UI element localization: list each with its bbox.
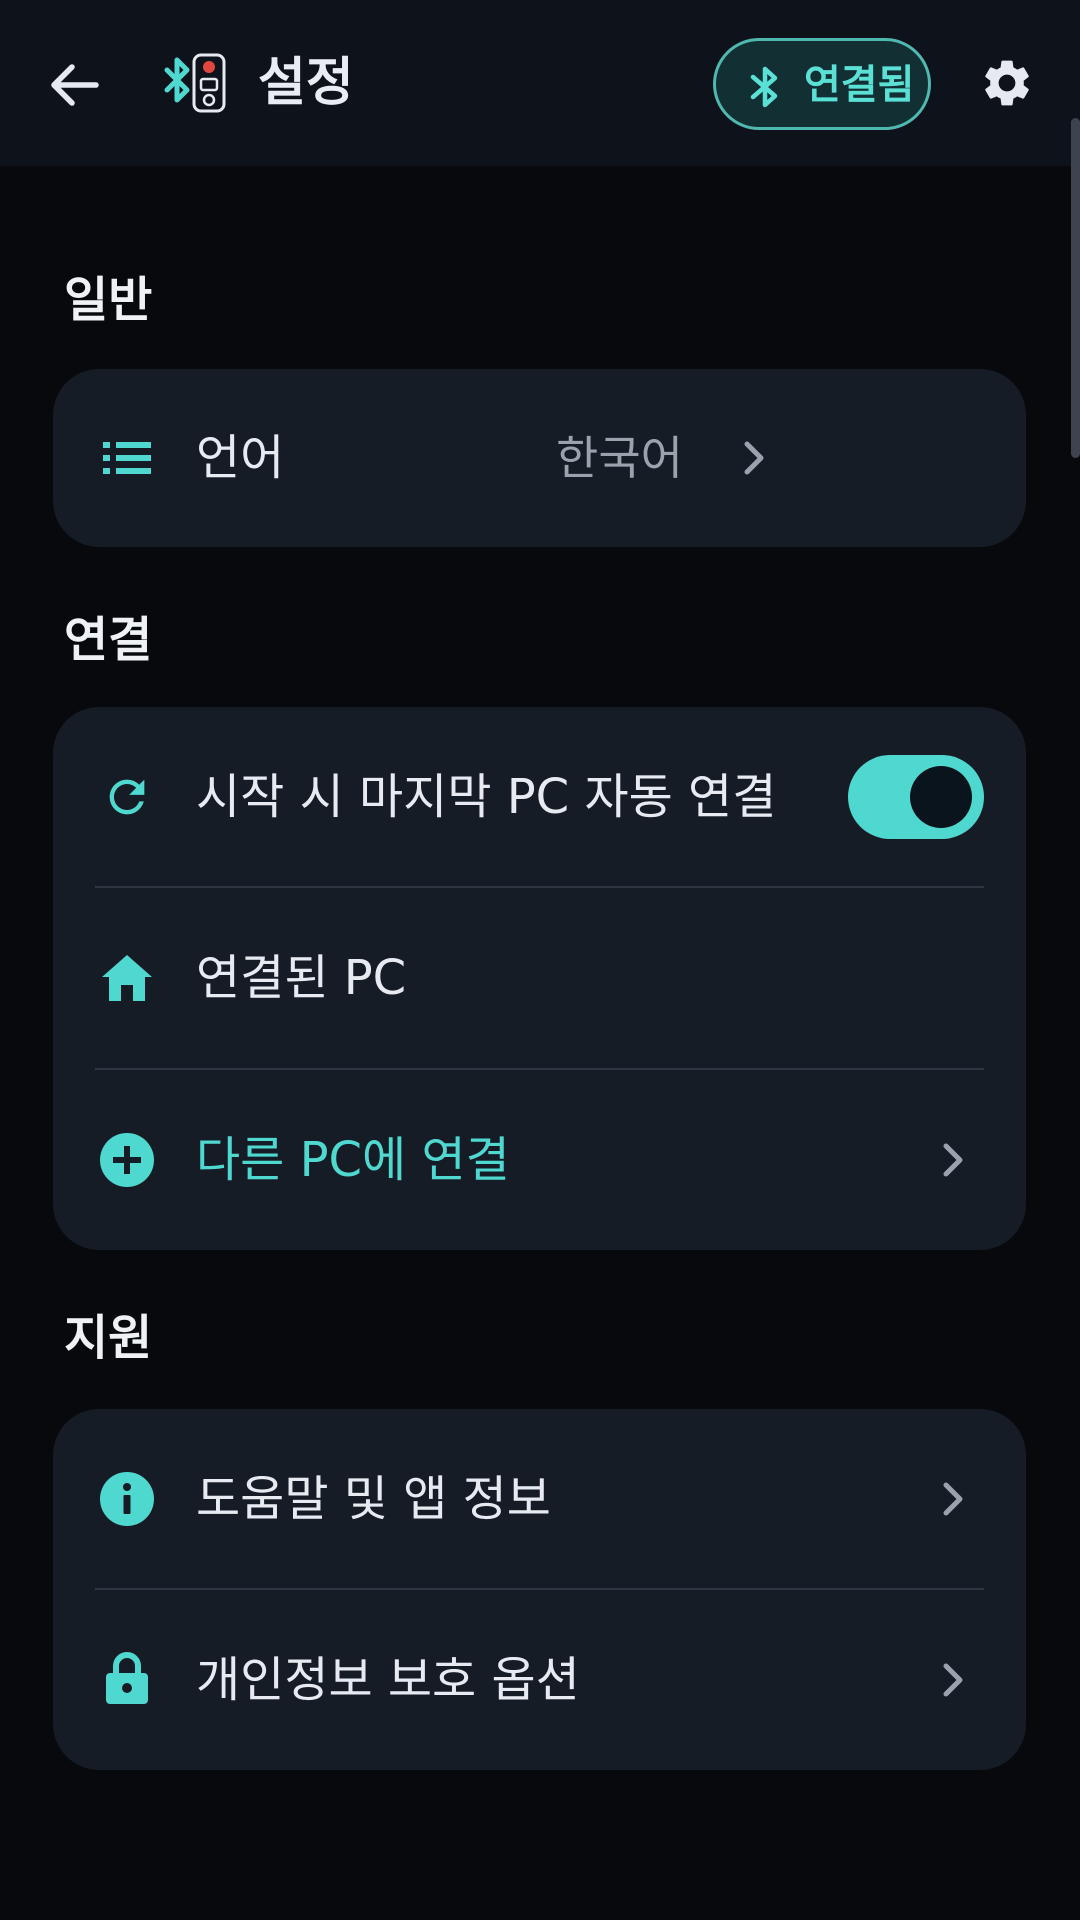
help-label: 도움말 및 앱 정보 [196, 1471, 551, 1527]
home-icon [97, 948, 157, 1008]
scrollbar-thumb[interactable] [1071, 118, 1080, 458]
connect-other-pc-label: 다른 PC에 연결 [196, 1132, 510, 1188]
general-card: 언어 한국어 [53, 369, 1026, 547]
bluetooth-remote-logo [164, 53, 226, 113]
gear-icon [985, 60, 1029, 106]
lock-icon [97, 1648, 157, 1708]
chevron-right-icon [933, 1140, 973, 1180]
section-title-general: 일반 [64, 272, 153, 328]
toggle-knob [910, 766, 972, 828]
auto-connect-row[interactable]: 시작 시 마지막 PC 자동 연결 [53, 707, 1026, 887]
refresh-icon [97, 767, 157, 827]
privacy-row[interactable]: 개인정보 보호 옵션 [53, 1590, 1026, 1770]
plus-circle-icon [97, 1130, 157, 1190]
language-value: 한국어 [556, 431, 683, 485]
connection-status-label: 연결됨 [804, 62, 915, 108]
settings-screen: 설정 연결됨 일반 언어 한국어 연결 시작 시 마지막 PC 자동 연결 연결… [0, 0, 1080, 1920]
info-icon [97, 1469, 157, 1529]
section-title-support: 지원 [64, 1310, 153, 1366]
app-header: 설정 연결됨 [0, 0, 1080, 166]
chevron-right-icon [734, 438, 774, 478]
connection-status-badge[interactable]: 연결됨 [713, 38, 931, 130]
list-icon [97, 428, 157, 488]
chevron-right-icon [933, 1479, 973, 1519]
language-label: 언어 [196, 430, 285, 486]
section-title-connection: 연결 [64, 612, 153, 668]
chevron-right-icon [933, 1660, 973, 1700]
connect-other-pc-row[interactable]: 다른 PC에 연결 [53, 1070, 1026, 1250]
connection-card: 시작 시 마지막 PC 자동 연결 연결된 PC 다른 PC에 연결 [53, 707, 1026, 1250]
connected-pc-row[interactable]: 연결된 PC [53, 888, 1026, 1069]
settings-button[interactable] [976, 52, 1038, 114]
back-button[interactable] [44, 54, 106, 116]
arrow-left-icon [51, 64, 99, 106]
bluetooth-icon [750, 66, 778, 108]
language-row[interactable]: 언어 한국어 [53, 369, 1026, 547]
auto-connect-label: 시작 시 마지막 PC 자동 연결 [196, 769, 777, 825]
auto-connect-toggle[interactable] [848, 755, 984, 839]
connected-pc-label: 연결된 PC [196, 950, 407, 1006]
support-card: 도움말 및 앱 정보 개인정보 보호 옵션 [53, 1409, 1026, 1770]
page-title: 설정 [258, 53, 354, 113]
privacy-label: 개인정보 보호 옵션 [196, 1652, 580, 1708]
help-row[interactable]: 도움말 및 앱 정보 [53, 1409, 1026, 1589]
app-logo [164, 52, 228, 114]
